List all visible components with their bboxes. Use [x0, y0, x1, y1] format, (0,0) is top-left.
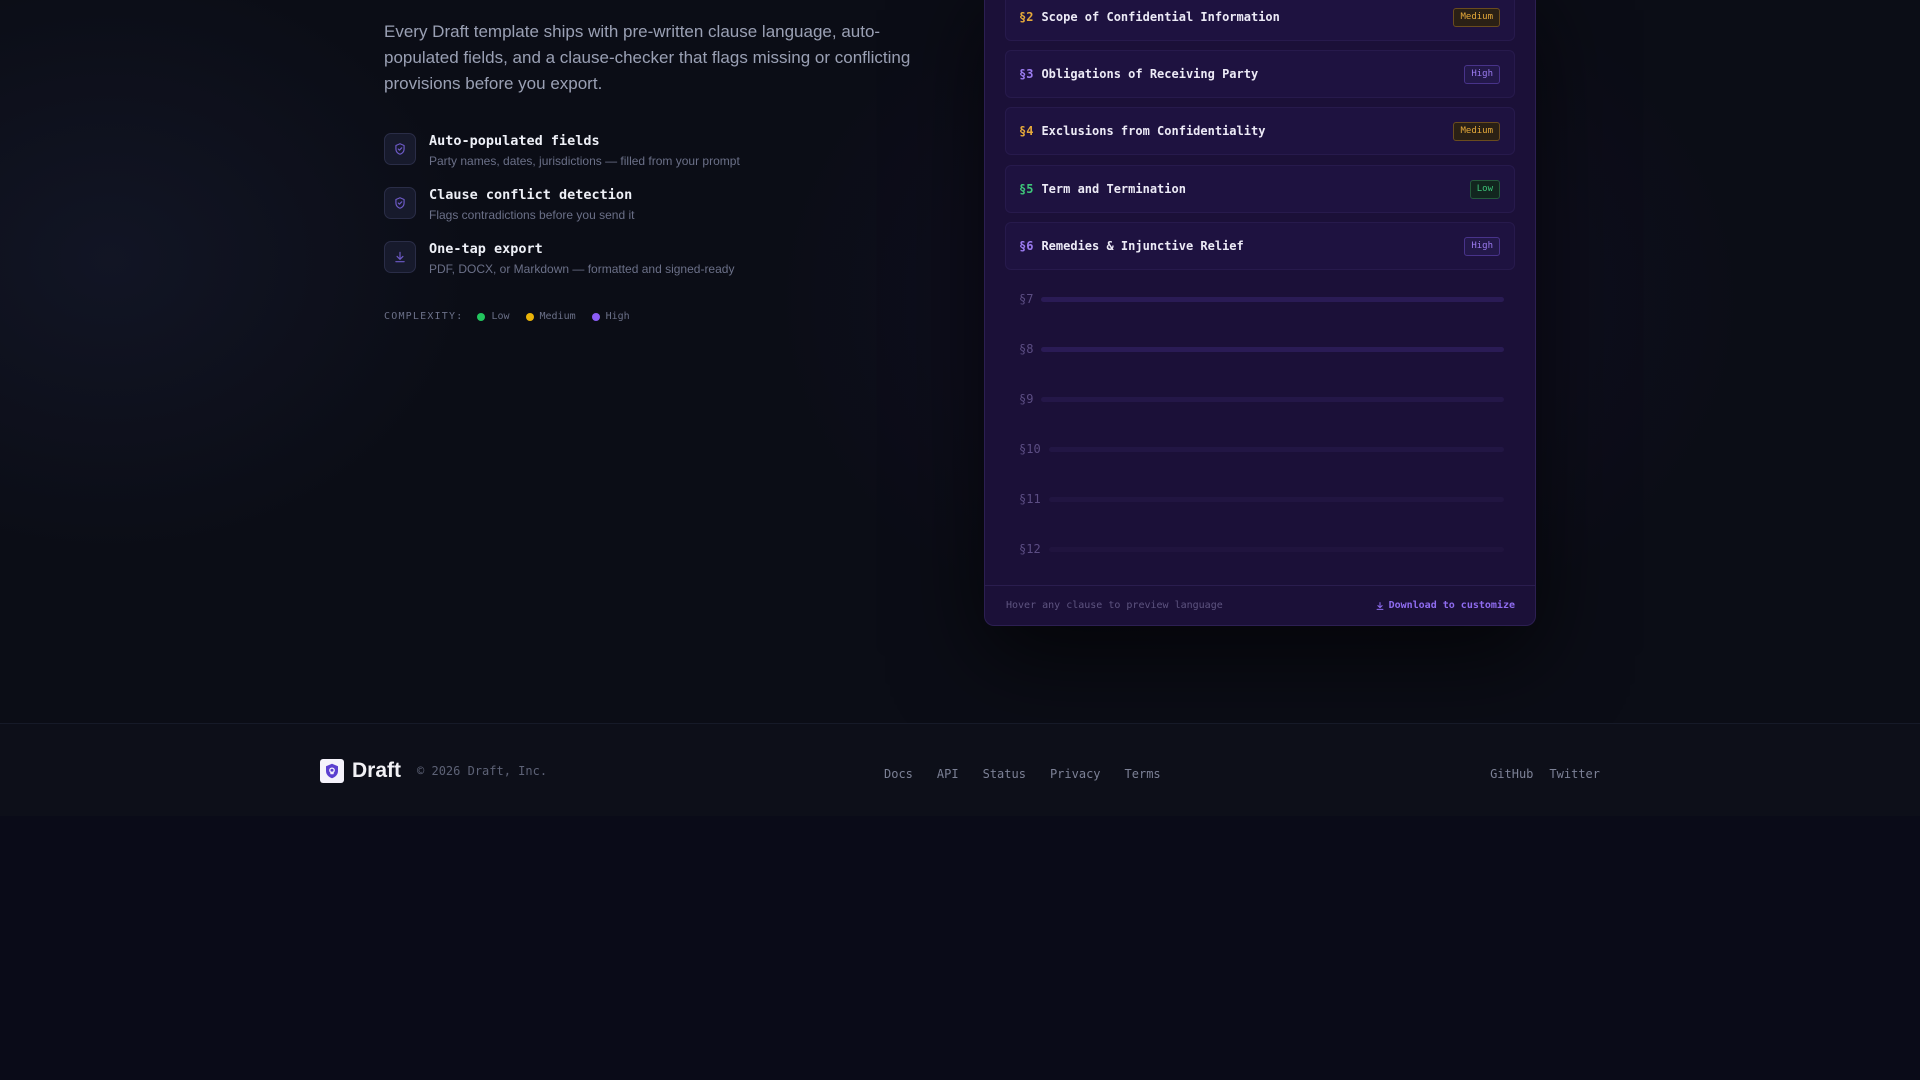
- page-bottom-area: [0, 816, 1920, 1080]
- complexity-badge: High: [1464, 64, 1500, 84]
- clause-row-2[interactable]: §2 Scope of Confidential Information Med…: [1005, 0, 1515, 41]
- clause-row-3[interactable]: §3 Obligations of Receiving Party High: [1005, 50, 1515, 98]
- legend-dot-medium: [525, 312, 534, 321]
- draft-logo-icon[interactable]: [320, 759, 344, 783]
- footer-link-twitter[interactable]: Twitter: [1549, 767, 1600, 781]
- complexity-badge: High: [1464, 236, 1500, 256]
- legend-item-high: High: [591, 311, 630, 322]
- clause-number: §8: [1019, 342, 1034, 356]
- footer-link-api[interactable]: API: [937, 767, 959, 781]
- clause-name: Remedies & Injunctive Relief: [1041, 239, 1244, 253]
- clause-name: Exclusions from Confidentiality: [1041, 124, 1266, 138]
- clause-number: §6: [1019, 239, 1034, 253]
- complexity-badge: Medium: [1453, 7, 1500, 27]
- footer-link-github[interactable]: GitHub: [1490, 767, 1533, 781]
- complexity-badge: Medium: [1453, 121, 1500, 141]
- shield-check-icon: [384, 133, 416, 165]
- card-footer: Hover any clause to preview language Dow…: [985, 585, 1535, 625]
- clause-name: Scope of Confidential Information: [1041, 10, 1280, 24]
- clause-row-4[interactable]: §4 Exclusions from Confidentiality Mediu…: [1005, 107, 1515, 155]
- clause-number: §9: [1019, 392, 1034, 406]
- legend-item-medium: Medium: [525, 311, 576, 322]
- placeholder-bar: [1048, 546, 1504, 552]
- clause-number: §12: [1019, 542, 1041, 556]
- placeholder-clause-8: §8: [1019, 341, 1504, 357]
- intro-paragraph: Every Draft template ships with pre-writ…: [384, 22, 911, 93]
- feature-title: Clause conflict detection: [429, 187, 633, 203]
- placeholder-bar: [1048, 496, 1504, 502]
- placeholder-bar: [1041, 296, 1504, 302]
- placeholder-bar: [1048, 446, 1504, 452]
- legend-item-label: Low: [491, 311, 510, 322]
- clause-row-5[interactable]: §5 Term and Termination Low: [1005, 165, 1515, 213]
- clause-number: §7: [1019, 292, 1034, 306]
- placeholder-clause-9: §9: [1019, 391, 1504, 407]
- placeholder-clause-7: §7: [1019, 291, 1504, 307]
- clause-number: §11: [1019, 492, 1041, 506]
- placeholder-clause-10: §10: [1019, 441, 1504, 457]
- legend-item-label: High: [605, 311, 630, 322]
- download-icon: [384, 241, 416, 273]
- feature-list: Auto-populated fields Party names, dates…: [384, 132, 904, 294]
- feature-description: Flags contradictions before you send it: [429, 208, 635, 222]
- page: Every Draft template ships with pre-writ…: [0, 0, 1920, 1080]
- complexity-badge: Low: [1469, 179, 1500, 199]
- legend-item-label: Medium: [539, 311, 576, 322]
- complexity-legend: COMPLEXITY: Low Medium High: [384, 311, 646, 322]
- hover-hint: Hover any clause to preview language: [1006, 600, 1223, 611]
- legend-dot-low: [477, 312, 486, 321]
- clause-number: §5: [1019, 182, 1034, 196]
- footer-link-status[interactable]: Status: [983, 767, 1026, 781]
- download-icon: [1376, 601, 1383, 610]
- legend-item-low: Low: [477, 311, 510, 322]
- footer-link-docs[interactable]: Docs: [884, 767, 913, 781]
- legend-label: COMPLEXITY:: [384, 311, 464, 322]
- placeholder-clause-12: §12: [1019, 541, 1504, 557]
- shield-check-icon: [384, 187, 416, 219]
- footer-brand: Draft © 2026 Draft, Inc.: [320, 759, 547, 783]
- download-label: Download to customize: [1388, 600, 1515, 611]
- clause-number: §10: [1019, 442, 1041, 456]
- footer-link-privacy[interactable]: Privacy: [1050, 767, 1101, 781]
- footer-social-links: GitHub Twitter: [1474, 767, 1600, 781]
- feature-description: PDF, DOCX, or Markdown — formatted and s…: [429, 262, 735, 276]
- clause-preview-card: §2 Scope of Confidential Information Med…: [984, 0, 1536, 626]
- clause-number: §3: [1019, 67, 1034, 81]
- copyright: © 2026 Draft, Inc.: [417, 764, 548, 778]
- feature-item-export: One-tap export PDF, DOCX, or Markdown — …: [384, 240, 904, 294]
- placeholder-bar: [1041, 396, 1504, 402]
- placeholder-clause-11: §11: [1019, 491, 1504, 507]
- clause-name: Obligations of Receiving Party: [1041, 67, 1259, 81]
- background-glow: [0, 0, 1920, 816]
- legend-dot-high: [591, 312, 600, 321]
- clause-row-6[interactable]: §6 Remedies & Injunctive Relief High: [1005, 222, 1515, 270]
- feature-item-conflict-detection: Clause conflict detection Flags contradi…: [384, 186, 904, 240]
- download-customize-button[interactable]: Download to customize: [1375, 600, 1515, 611]
- footer-link-terms[interactable]: Terms: [1125, 767, 1161, 781]
- clause-name: Term and Termination: [1041, 182, 1186, 196]
- brand-name[interactable]: Draft: [352, 759, 401, 783]
- site-footer: Draft © 2026 Draft, Inc. Docs API Status…: [0, 723, 1920, 817]
- feature-title: One-tap export: [429, 241, 543, 257]
- placeholder-bar: [1041, 346, 1504, 352]
- feature-description: Party names, dates, jurisdictions — fill…: [429, 154, 740, 168]
- feature-title: Auto-populated fields: [429, 133, 600, 149]
- clause-number: §2: [1019, 10, 1034, 24]
- clause-number: §4: [1019, 124, 1034, 138]
- footer-links: Docs API Status Privacy Terms: [884, 767, 1185, 781]
- feature-item-auto-populated: Auto-populated fields Party names, dates…: [384, 132, 904, 186]
